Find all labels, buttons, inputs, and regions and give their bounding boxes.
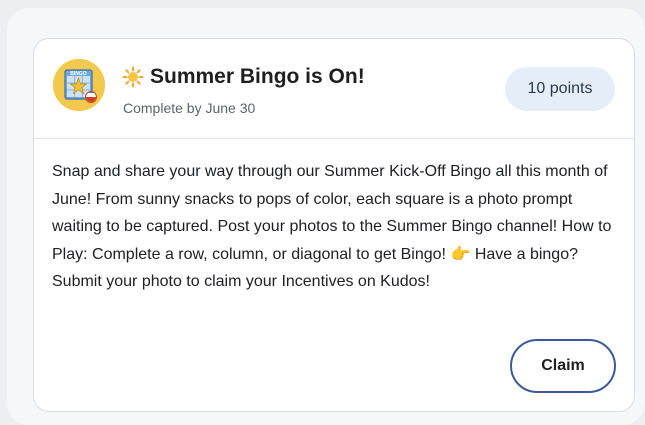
points-badge: 10 points (505, 67, 615, 111)
card-header: BINGO Summer Bingo is On! Complete by Ju… (34, 39, 634, 139)
page-background: BINGO Summer Bingo is On! Complete by Ju… (7, 8, 645, 425)
challenge-card: BINGO Summer Bingo is On! Complete by Ju… (33, 38, 635, 412)
card-description: Snap and share your way through our Summ… (52, 163, 612, 290)
due-date: Complete by June 30 (123, 100, 256, 116)
bingo-badge-icon: BINGO (53, 59, 105, 111)
badge-label: BINGO (70, 71, 87, 77)
title-row: Summer Bingo is On! (122, 65, 365, 89)
card-title: Summer Bingo is On! (150, 65, 365, 88)
sun-icon (122, 66, 144, 88)
claim-button[interactable]: Claim (510, 339, 616, 393)
